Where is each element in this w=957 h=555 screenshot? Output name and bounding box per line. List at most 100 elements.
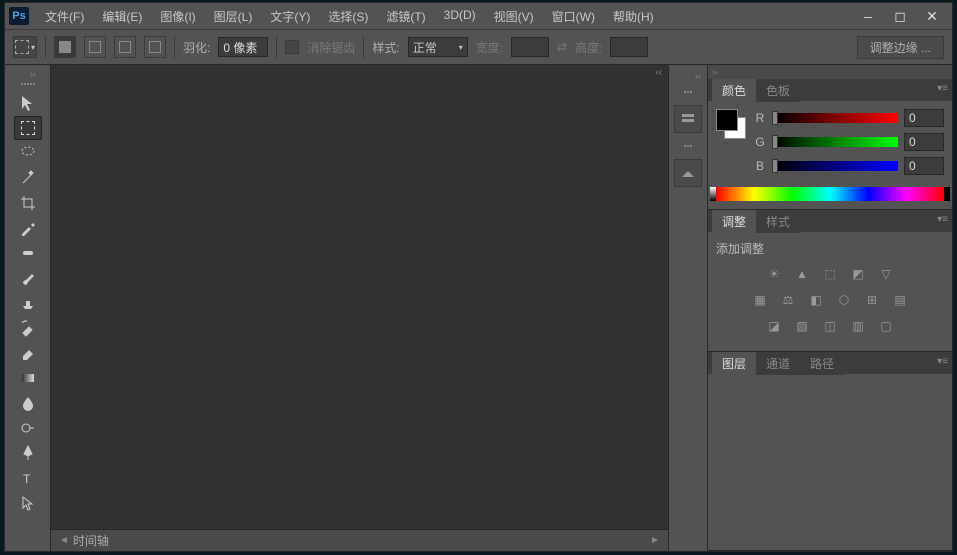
g-input[interactable] — [904, 133, 944, 151]
timeline-label[interactable]: 时间轴 — [73, 532, 109, 549]
levels-icon[interactable]: ▲ — [793, 265, 811, 283]
color-panel-body: R G B — [708, 101, 952, 209]
menu-image[interactable]: 图像(I) — [152, 4, 203, 29]
eraser-tool[interactable] — [14, 341, 42, 365]
menu-window[interactable]: 窗口(W) — [544, 4, 603, 29]
color-balance-icon[interactable]: ⚖ — [779, 291, 797, 309]
magic-wand-tool[interactable] — [14, 166, 42, 190]
color-panel-tabs: 颜色 色板 ▾≡ — [708, 79, 952, 101]
title-bar: Ps 文件(F) 编辑(E) 图像(I) 图层(L) 文字(Y) 选择(S) 滤… — [5, 3, 952, 29]
lookup-icon[interactable]: ▤ — [891, 291, 909, 309]
color-panel-menu-icon[interactable]: ▾≡ — [937, 83, 948, 94]
gradient-tool[interactable] — [14, 366, 42, 390]
menu-type[interactable]: 文字(Y) — [262, 4, 318, 29]
feather-label: 羽化: — [183, 39, 210, 56]
menu-3d[interactable]: 3D(D) — [436, 4, 484, 29]
antialias-checkbox — [285, 40, 299, 54]
selection-subtract-icon[interactable] — [114, 36, 136, 58]
channel-mixer-icon[interactable]: ⊞ — [863, 291, 881, 309]
hue-spectrum[interactable] — [716, 187, 944, 201]
adjustments-panel: 调整 样式 ▾≡ 添加调整 ☀ ▲ ⬚ ◩ ▽ ▦ ⚖ — [708, 210, 952, 352]
layers-panel-menu-icon[interactable]: ▾≡ — [937, 356, 948, 367]
menu-help[interactable]: 帮助(H) — [605, 4, 662, 29]
brightness-icon[interactable]: ☀ — [765, 265, 783, 283]
move-tool[interactable] — [14, 91, 42, 115]
canvas-area[interactable]: ‹‹ ◄ 时间轴 ► — [51, 65, 668, 551]
posterize-icon[interactable]: ▨ — [793, 317, 811, 335]
app-window: Ps 文件(F) 编辑(E) 图像(I) 图层(L) 文字(Y) 选择(S) 滤… — [4, 2, 953, 552]
feather-input[interactable] — [218, 37, 268, 57]
fg-color-swatch[interactable] — [716, 109, 738, 131]
b-input[interactable] — [904, 157, 944, 175]
pen-tool[interactable] — [14, 441, 42, 465]
window-controls: – ◻ ✕ — [852, 7, 948, 25]
tools-panel: ›› T — [5, 65, 51, 551]
gradient-map-icon[interactable]: ▥ — [849, 317, 867, 335]
timeline-scroll-right-icon[interactable]: ► — [650, 535, 660, 546]
r-input[interactable] — [904, 109, 944, 127]
marquee-tool[interactable] — [14, 116, 42, 140]
menu-layer[interactable]: 图层(L) — [206, 4, 261, 29]
properties-panel-icon[interactable] — [674, 159, 702, 187]
history-brush-tool[interactable] — [14, 316, 42, 340]
photo-filter-icon[interactable]: ⬡ — [835, 291, 853, 309]
r-slider[interactable] — [772, 113, 898, 123]
brush-tool[interactable] — [14, 266, 42, 290]
adjustments-panel-menu-icon[interactable]: ▾≡ — [937, 214, 948, 225]
dodge-tool[interactable] — [14, 416, 42, 440]
threshold-icon[interactable]: ◫ — [821, 317, 839, 335]
menu-file[interactable]: 文件(F) — [37, 4, 92, 29]
style-label: 样式: — [372, 39, 399, 56]
tab-color[interactable]: 颜色 — [712, 79, 756, 102]
eyedropper-tool[interactable] — [14, 216, 42, 240]
tab-layers[interactable]: 图层 — [712, 352, 756, 375]
selective-color-icon[interactable]: ▢ — [877, 317, 895, 335]
menu-view[interactable]: 视图(V) — [486, 4, 542, 29]
tab-paths[interactable]: 路径 — [800, 352, 844, 375]
tab-adjustments[interactable]: 调整 — [712, 210, 756, 233]
vibrance-icon[interactable]: ▽ — [877, 265, 895, 283]
midcol-grip[interactable] — [673, 91, 703, 97]
close-button[interactable]: ✕ — [916, 7, 948, 25]
tools-grip[interactable] — [13, 83, 43, 89]
history-panel-icon[interactable] — [674, 105, 702, 133]
menu-bar: 文件(F) 编辑(E) 图像(I) 图层(L) 文字(Y) 选择(S) 滤镜(T… — [37, 4, 662, 29]
hue-sat-icon[interactable]: ▦ — [751, 291, 769, 309]
menu-select[interactable]: 选择(S) — [320, 4, 376, 29]
invert-icon[interactable]: ◪ — [765, 317, 783, 335]
tools-expand-icon[interactable]: ›› — [30, 69, 36, 79]
menu-edit[interactable]: 编辑(E) — [94, 4, 150, 29]
midcol-grip-2[interactable] — [673, 145, 703, 151]
b-slider[interactable] — [772, 161, 898, 171]
refine-edge-button[interactable]: 调整边缘 ... — [857, 36, 944, 59]
lasso-tool[interactable] — [14, 141, 42, 165]
type-tool[interactable]: T — [14, 466, 42, 490]
clone-stamp-tool[interactable] — [14, 291, 42, 315]
bw-icon[interactable]: ◧ — [807, 291, 825, 309]
minimize-button[interactable]: – — [852, 7, 884, 25]
panels-collapse-icon[interactable]: ›› — [708, 65, 722, 79]
selection-new-icon[interactable] — [54, 36, 76, 58]
style-select[interactable]: 正常▾ — [408, 37, 468, 57]
midcol-expand-icon[interactable]: ‹‹ — [695, 71, 701, 81]
b-label: B — [754, 159, 766, 173]
healing-brush-tool[interactable] — [14, 241, 42, 265]
blur-tool[interactable] — [14, 391, 42, 415]
maximize-button[interactable]: ◻ — [884, 7, 916, 25]
layers-panel-body[interactable] — [708, 374, 952, 550]
tab-styles[interactable]: 样式 — [756, 210, 800, 233]
tab-swatches[interactable]: 色板 — [756, 79, 800, 102]
color-swatches[interactable] — [716, 109, 746, 139]
current-tool-indicator[interactable]: ▾ — [13, 36, 37, 58]
tab-channels[interactable]: 通道 — [756, 352, 800, 375]
menu-filter[interactable]: 滤镜(T) — [378, 4, 433, 29]
selection-add-icon[interactable] — [84, 36, 106, 58]
g-slider[interactable] — [772, 137, 898, 147]
curves-icon[interactable]: ⬚ — [821, 265, 839, 283]
path-selection-tool[interactable] — [14, 491, 42, 515]
doc-bar-expand-icon[interactable]: ‹‹ — [655, 67, 662, 78]
timeline-scroll-left-icon[interactable]: ◄ — [59, 535, 69, 546]
crop-tool[interactable] — [14, 191, 42, 215]
selection-intersect-icon[interactable] — [144, 36, 166, 58]
exposure-icon[interactable]: ◩ — [849, 265, 867, 283]
